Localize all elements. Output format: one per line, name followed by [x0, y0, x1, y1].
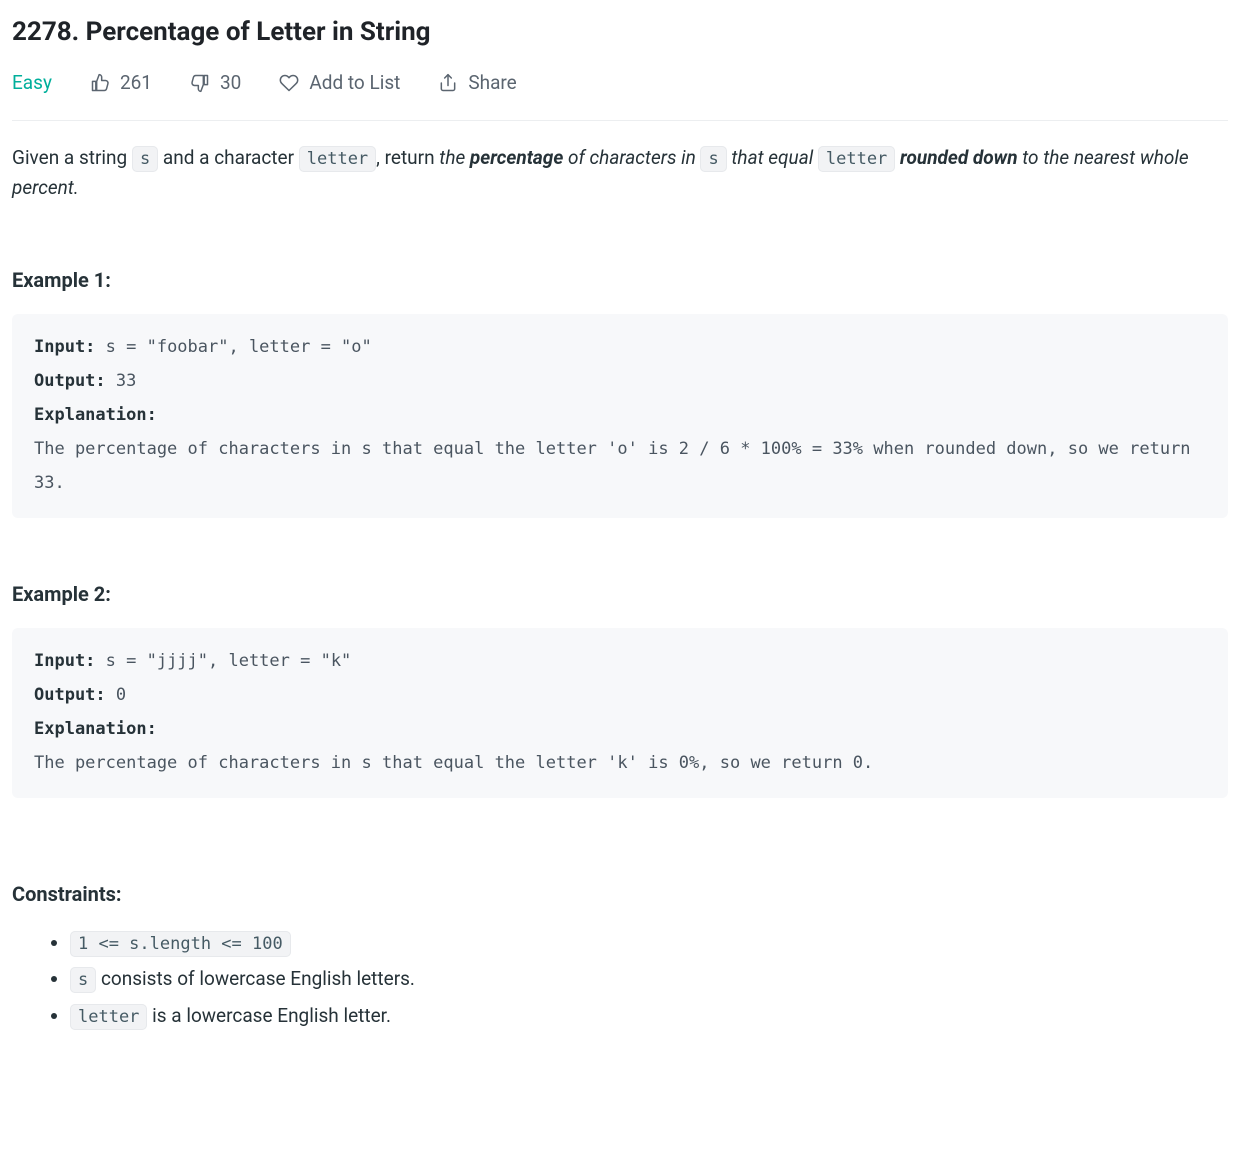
example-output: 33	[106, 371, 137, 391]
heart-icon	[279, 73, 299, 93]
difficulty-badge: Easy	[12, 68, 52, 98]
dislikes-count: 30	[220, 68, 241, 98]
explanation-label: Explanation:	[34, 405, 157, 425]
problem-description: Given a string s and a character letter,…	[12, 143, 1228, 204]
inline-code: letter	[70, 1004, 147, 1030]
constraints-heading: Constraints:	[12, 878, 1228, 910]
example-explanation: The percentage of characters in s that e…	[34, 439, 1201, 493]
inline-code: letter	[818, 146, 895, 172]
inline-code: letter	[299, 146, 376, 172]
inline-code: s	[70, 967, 96, 993]
constraint-item: 1 <= s.length <= 100	[70, 928, 1228, 958]
dislikes-button[interactable]: 30	[190, 68, 241, 98]
inline-code: s	[700, 146, 726, 172]
example-block: Input: s = "foobar", letter = "o" Output…	[12, 314, 1228, 518]
likes-button[interactable]: 261	[90, 68, 152, 98]
constraints-list: 1 <= s.length <= 100 s consists of lower…	[12, 928, 1228, 1031]
thumbs-down-icon	[190, 73, 210, 93]
add-to-list-label: Add to List	[309, 68, 400, 98]
add-to-list-button[interactable]: Add to List	[279, 68, 400, 98]
inline-code: s	[132, 146, 158, 172]
share-label: Share	[468, 68, 516, 98]
constraint-item: letter is a lowercase English letter.	[70, 1001, 1228, 1031]
output-label: Output:	[34, 371, 106, 391]
problem-title: 2278. Percentage of Letter in String	[12, 12, 1228, 54]
thumbs-up-icon	[90, 73, 110, 93]
example-input: s = "foobar", letter = "o"	[95, 337, 371, 357]
output-label: Output:	[34, 685, 106, 705]
explanation-label: Explanation:	[34, 719, 157, 739]
input-label: Input:	[34, 337, 95, 357]
example-heading: Example 1:	[12, 264, 1228, 296]
example-explanation: The percentage of characters in s that e…	[34, 753, 873, 773]
example-input: s = "jjjj", letter = "k"	[95, 651, 351, 671]
example-block: Input: s = "jjjj", letter = "k" Output: …	[12, 628, 1228, 798]
constraint-item: s consists of lowercase English letters.	[70, 964, 1228, 994]
share-icon	[438, 73, 458, 93]
meta-row: Easy 261 30 Add to List Share	[12, 68, 1228, 121]
example-heading: Example 2:	[12, 578, 1228, 610]
share-button[interactable]: Share	[438, 68, 516, 98]
likes-count: 261	[120, 68, 152, 98]
input-label: Input:	[34, 651, 95, 671]
example-output: 0	[106, 685, 126, 705]
inline-code: 1 <= s.length <= 100	[70, 931, 291, 957]
description-paragraph: Given a string s and a character letter,…	[12, 143, 1228, 204]
